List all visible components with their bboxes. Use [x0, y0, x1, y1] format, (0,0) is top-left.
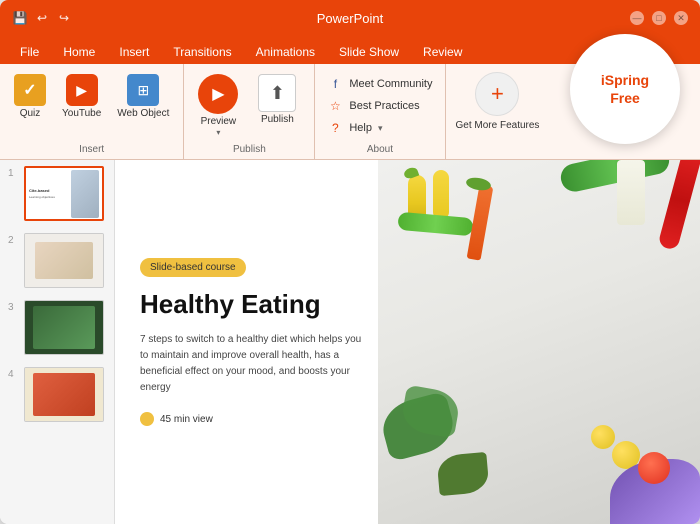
app-window: 💾 ↩ ↪ PowerPoint — □ ✕ File Home Insert … [0, 0, 700, 524]
about-group-label: About [367, 142, 393, 159]
duration-badge: 45 min view [140, 412, 371, 426]
redo-icon[interactable]: ↪ [56, 10, 72, 26]
quiz-label: Quiz [20, 108, 41, 120]
slide-thumb-1[interactable]: 1 Cite-based Learning objectives [0, 160, 114, 227]
about-items: f Meet Community ☆ Best Practices ? Help… [323, 70, 436, 142]
preview-icon: ▶ [198, 74, 238, 114]
get-more-icon: + [475, 72, 519, 116]
slide-content: Slide-based course Healthy Eating 7 step… [115, 160, 700, 524]
slide-view: Slide-based course Healthy Eating 7 step… [115, 160, 700, 524]
red-chili [657, 160, 700, 251]
yellow-tomato2 [591, 425, 615, 449]
get-more-label: Get More Features [456, 120, 540, 132]
publish-group-label: Publish [233, 142, 266, 159]
slide-number-2: 2 [8, 235, 18, 246]
tab-review[interactable]: Review [411, 40, 474, 64]
pea-pod [398, 212, 474, 236]
close-button[interactable]: ✕ [674, 11, 688, 25]
maximize-button[interactable]: □ [652, 11, 666, 25]
meet-label: Meet Community [349, 78, 432, 90]
facebook-icon: f [327, 76, 343, 92]
slide-description: 7 steps to switch to a healthy diet whic… [140, 332, 371, 396]
slide-thumb-4[interactable]: 4 [0, 361, 114, 428]
insert-group-items: ✓ Quiz ▶ YouTube ⊞ Web Object [8, 70, 175, 142]
star-icon: ☆ [327, 98, 343, 114]
ispring-badge: iSpringFree [570, 34, 680, 144]
minimize-button[interactable]: — [630, 11, 644, 25]
tab-animations[interactable]: Animations [244, 40, 327, 64]
slide-badge: Slide-based course [140, 258, 246, 277]
title-bar: 💾 ↩ ↪ PowerPoint — □ ✕ [0, 0, 700, 36]
slide-title: Healthy Eating [140, 289, 371, 320]
web-label: Web Object [117, 108, 169, 120]
red-tomato [638, 452, 670, 484]
tab-home[interactable]: Home [51, 40, 107, 64]
preview-label: Preview [201, 116, 237, 128]
slide-preview-2 [24, 233, 104, 288]
slide-panel: 1 Cite-based Learning objectives 2 [0, 160, 115, 524]
preview-button[interactable]: ▶ Preview ▾ [192, 70, 244, 141]
undo-icon[interactable]: ↩ [34, 10, 50, 26]
duration-text: 45 min view [160, 414, 213, 425]
web-icon: ⊞ [127, 74, 159, 106]
slide-thumb-2[interactable]: 2 [0, 227, 114, 294]
help-label: Help [349, 122, 372, 134]
slide-preview-1: Cite-based Learning objectives [24, 166, 104, 221]
slide-preview-3 [24, 300, 104, 355]
corn2 [433, 170, 449, 220]
slide-number-1: 1 [8, 168, 18, 179]
quiz-icon: ✓ [14, 74, 46, 106]
slide-text-area: Slide-based course Healthy Eating 7 step… [115, 160, 396, 524]
youtube-label: YouTube [62, 108, 101, 120]
main-slide: Slide-based course Healthy Eating 7 step… [115, 160, 700, 524]
publish-label: Publish [261, 114, 294, 126]
publish-button[interactable]: ⬆ Publish [248, 70, 306, 130]
veg-image-area [378, 160, 700, 524]
tab-transitions[interactable]: Transitions [161, 40, 243, 64]
insert-group-label: Insert [79, 142, 104, 159]
help-button[interactable]: ? Help ▾ [323, 118, 436, 138]
best-label: Best Practices [349, 100, 419, 112]
main-area: 1 Cite-based Learning objectives 2 [0, 160, 700, 524]
save-icon[interactable]: 💾 [12, 10, 28, 26]
slide-thumb-3[interactable]: 3 [0, 294, 114, 361]
slide-number-3: 3 [8, 302, 18, 313]
leaf [437, 452, 490, 496]
tab-slideshow[interactable]: Slide Show [327, 40, 411, 64]
veg-background [378, 160, 700, 524]
web-object-button[interactable]: ⊞ Web Object [111, 70, 175, 124]
youtube-button[interactable]: ▶ YouTube [56, 70, 107, 124]
about-group: f Meet Community ☆ Best Practices ? Help… [315, 64, 445, 159]
tab-file[interactable]: File [8, 40, 51, 64]
cauliflower [617, 160, 645, 225]
publish-group-items: ▶ Preview ▾ ⬆ Publish [192, 70, 306, 142]
ribbon: ✓ Quiz ▶ YouTube ⊞ Web Object Ins [0, 64, 700, 160]
slide-preview-4 [24, 367, 104, 422]
best-practices-button[interactable]: ☆ Best Practices [323, 96, 436, 116]
duration-icon [140, 412, 154, 426]
meet-community-button[interactable]: f Meet Community [323, 74, 436, 94]
youtube-icon: ▶ [66, 74, 98, 106]
publish-icon: ⬆ [258, 74, 296, 112]
tab-insert[interactable]: Insert [107, 40, 161, 64]
insert-group: ✓ Quiz ▶ YouTube ⊞ Web Object Ins [0, 64, 184, 159]
publish-group: ▶ Preview ▾ ⬆ Publish Publish [184, 64, 315, 159]
quiz-button[interactable]: ✓ Quiz [8, 70, 52, 124]
cucumber [558, 160, 671, 194]
get-more-features-button[interactable]: + Get More Features [446, 64, 550, 159]
title-bar-left: 💾 ↩ ↪ [12, 10, 72, 26]
ispring-badge-text: iSpringFree [601, 71, 649, 107]
help-icon: ? [327, 120, 343, 136]
window-title: PowerPoint [317, 11, 383, 26]
window-controls: — □ ✕ [630, 11, 688, 25]
slide-number-4: 4 [8, 369, 18, 380]
